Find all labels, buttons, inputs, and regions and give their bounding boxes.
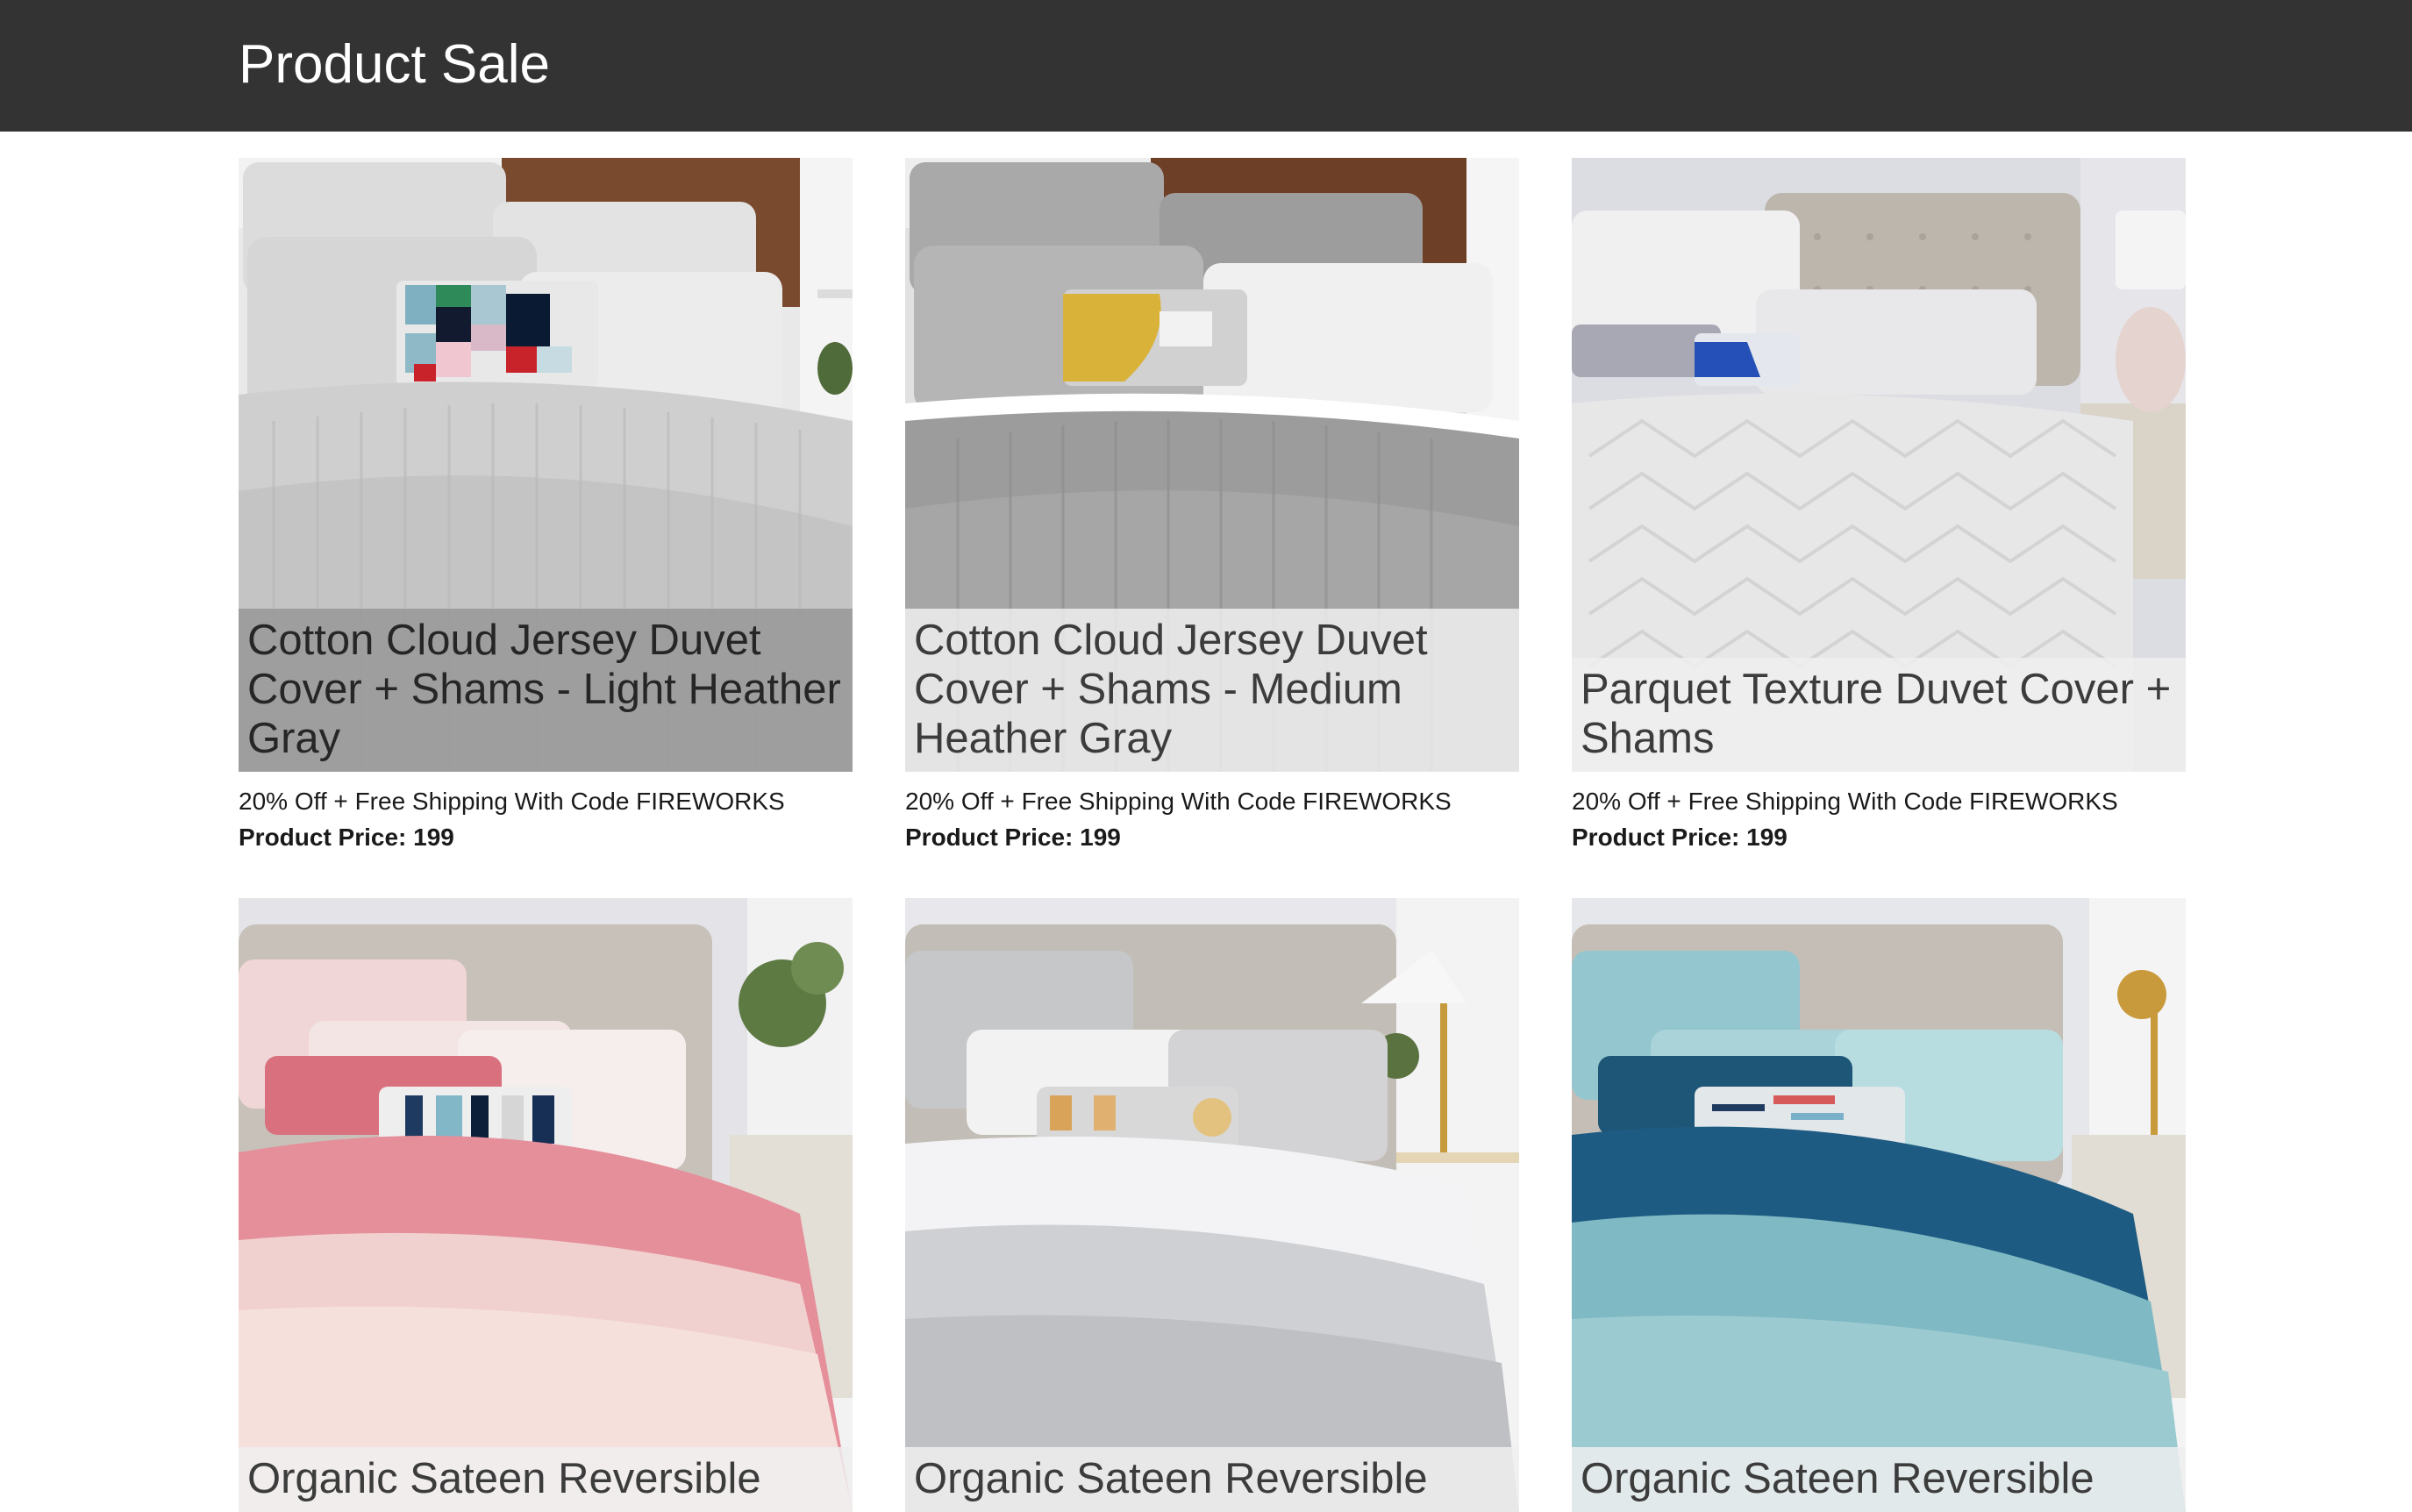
product-card[interactable]: Organic Sateen Reversible [239,898,853,1512]
product-price: Product Price: 199 [239,824,454,851]
promo-text: 20% Off + Free Shipping With Code FIREWO… [1572,788,2118,815]
product-image[interactable]: Cotton Cloud Jersey Duvet Cover + Shams … [239,158,853,772]
site-header: Product Sale [0,0,2412,132]
product-price: Product Price: 199 [905,824,1121,851]
bed-photo-pink-sateen [239,898,853,1512]
product-title[interactable]: Organic Sateen Reversible [239,1447,853,1512]
product-card[interactable]: Cotton Cloud Jersey Duvet Cover + Shams … [905,158,1519,856]
product-title[interactable]: Organic Sateen Reversible [1572,1447,2186,1512]
product-image[interactable]: Cotton Cloud Jersey Duvet Cover + Shams … [905,158,1519,772]
product-card[interactable]: Cotton Cloud Jersey Duvet Cover + Shams … [239,158,853,856]
page-title: Product Sale [239,34,550,95]
product-title[interactable]: Cotton Cloud Jersey Duvet Cover + Shams … [905,609,1519,772]
product-title[interactable]: Parquet Texture Duvet Cover + Shams [1572,658,2186,772]
product-card[interactable]: Organic Sateen Reversible [905,898,1519,1512]
promo-text: 20% Off + Free Shipping With Code FIREWO… [905,788,1452,815]
product-price: Product Price: 199 [1572,824,1788,851]
bed-photo-blue-sateen [1572,898,2186,1512]
product-image[interactable]: Organic Sateen Reversible [239,898,853,1512]
product-card[interactable]: Organic Sateen Reversible [1572,898,2186,1512]
product-image[interactable]: Organic Sateen Reversible [905,898,1519,1512]
product-card[interactable]: Parquet Texture Duvet Cover + Shams 20% … [1572,158,2186,856]
bed-photo-gray-sateen [905,898,1519,1512]
promo-text: 20% Off + Free Shipping With Code FIREWO… [239,788,785,815]
product-title[interactable]: Cotton Cloud Jersey Duvet Cover + Shams … [239,609,853,772]
product-image[interactable]: Parquet Texture Duvet Cover + Shams [1572,158,2186,772]
product-image[interactable]: Organic Sateen Reversible [1572,898,2186,1512]
product-title[interactable]: Organic Sateen Reversible [905,1447,1519,1512]
